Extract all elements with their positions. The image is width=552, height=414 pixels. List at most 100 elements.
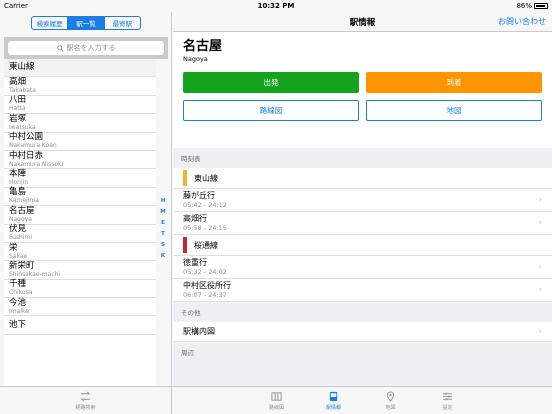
station-name-en: Takabata bbox=[9, 87, 36, 95]
service-hours: 06:07 - 24:37 bbox=[183, 291, 227, 299]
map-button[interactable]: 地図 bbox=[366, 100, 542, 121]
station-name-ja: 新栄町 bbox=[9, 260, 35, 271]
tab-label: 駅情報 bbox=[325, 404, 341, 411]
station-name-en: Sakae bbox=[9, 252, 28, 260]
navigation-bar: 駅情報 お問い合わせ bbox=[173, 12, 552, 32]
station-list-item[interactable]: 池下 bbox=[4, 316, 156, 335]
chevron-right-icon: › bbox=[538, 285, 542, 295]
chevron-right-icon: › bbox=[538, 195, 542, 205]
station-list-item[interactable]: 千種 Chikusa bbox=[4, 279, 156, 299]
station-name-ja: 岩塚 bbox=[9, 113, 27, 124]
station-name-en: Chikusa bbox=[9, 289, 33, 297]
other-section-header: その他 bbox=[173, 302, 552, 322]
timetable-destination-row[interactable]: 高畑行 05:58 - 24:15 › bbox=[173, 212, 552, 235]
station-list-item[interactable]: 栄 Sakae bbox=[4, 243, 156, 262]
tab-label: 設定 bbox=[442, 404, 453, 411]
tab-bar: 経路検索 路線図 駅情報 地図 設定 bbox=[0, 386, 552, 414]
timetable-list: 東山線藤が丘行 05:42 - 24:12 › 高畑行 05:58 - 24:15 › 桜通… bbox=[173, 168, 552, 302]
nav-title: 駅情報 bbox=[349, 17, 376, 28]
segment-nearest[interactable]: 最寄駅 bbox=[103, 17, 140, 29]
location-pin-icon bbox=[386, 391, 395, 402]
search-bar: 駅名を入力する bbox=[4, 37, 168, 59]
tab-station-info[interactable]: 駅情報 bbox=[318, 387, 350, 414]
arrival-button[interactable]: 到着 bbox=[366, 72, 542, 93]
timetable-destination-row[interactable]: 徳重行 05:32 - 24:02 › bbox=[173, 256, 552, 279]
station-name-en: Imaike bbox=[9, 307, 29, 315]
station-info-icon bbox=[329, 391, 338, 401]
station-list-item[interactable]: 名古屋 Nagoya bbox=[4, 205, 156, 225]
station-floor-map-row[interactable]: 駅構内図 › bbox=[173, 322, 552, 342]
destination-label: 中村区役所行 bbox=[183, 281, 231, 290]
service-hours: 05:58 - 24:15 bbox=[183, 224, 227, 232]
station-floor-map-label: 駅構内図 bbox=[183, 327, 215, 336]
station-name-ja: 千種 bbox=[9, 279, 27, 290]
station-name: 名古屋 bbox=[183, 39, 223, 54]
tab-label: 地図 bbox=[385, 404, 396, 411]
station-list-item[interactable]: 岩塚 Iwatsuka bbox=[4, 113, 156, 133]
segment-history[interactable]: 検索履歴 bbox=[32, 17, 67, 29]
route-map-button[interactable]: 路線図 bbox=[183, 100, 359, 121]
station-list-item[interactable]: 中村公園 Nakamura Koen bbox=[4, 133, 156, 151]
station-name-en: Iwatsuka bbox=[9, 123, 36, 131]
line-color-marker bbox=[183, 237, 187, 253]
section-index-bar[interactable]: HMETSK bbox=[158, 196, 168, 262]
search-input[interactable]: 駅名を入力する bbox=[8, 41, 164, 55]
station-name-ja: 池下 bbox=[9, 319, 27, 330]
tab-settings[interactable]: 設定 bbox=[432, 387, 464, 414]
station-list-item[interactable]: 中村日赤 Nakamura Nisseki bbox=[4, 150, 156, 170]
station-list-item[interactable]: 亀島 Kamejima bbox=[4, 188, 156, 207]
tab-label: 路線図 bbox=[268, 404, 284, 411]
destination-label: 高畑行 bbox=[183, 214, 207, 223]
station-name-ja: 本陣 bbox=[9, 169, 27, 180]
chevron-right-icon: › bbox=[538, 218, 542, 228]
index-letter[interactable]: T bbox=[161, 229, 165, 240]
station-name-ja: 高畑 bbox=[9, 77, 27, 88]
station-name-en: Honjin bbox=[9, 179, 29, 187]
segment-station-list[interactable]: 駅一覧 bbox=[67, 17, 104, 29]
station-romaji: Nagoya bbox=[183, 55, 208, 63]
index-letter[interactable]: M bbox=[160, 207, 165, 218]
station-name-ja: 中村公園 bbox=[9, 132, 44, 143]
station-name-en: Nagoya bbox=[9, 215, 32, 223]
service-hours: 05:42 - 24:12 bbox=[183, 201, 227, 209]
station-name-ja: 名古屋 bbox=[9, 205, 35, 216]
station-list-item[interactable]: 新栄町 Shinsakae-machi bbox=[4, 260, 156, 280]
settings-sliders-icon bbox=[442, 392, 453, 400]
station-list-item[interactable]: 八田 Hatta bbox=[4, 96, 156, 115]
departure-button[interactable]: 出発 bbox=[183, 72, 359, 93]
station-name-en: Hatta bbox=[9, 105, 26, 113]
line-name: 東山線 bbox=[194, 173, 218, 183]
status-bar: Carrier 10:32 PM 86% bbox=[0, 0, 552, 12]
station-name-en: Nakamura Koen bbox=[9, 142, 57, 150]
index-letter[interactable]: H bbox=[161, 196, 166, 207]
station-name-en: Kamejima bbox=[9, 197, 39, 205]
station-list-item[interactable]: 今池 Imaike bbox=[4, 297, 156, 317]
station-list-pane: 検索履歴 駅一覧 最寄駅 駅名を入力する 東山線 高畑 Takabata 八田 Hat… bbox=[0, 12, 172, 386]
index-letter[interactable]: E bbox=[161, 218, 165, 229]
route-search-icon bbox=[80, 391, 91, 401]
station-name-en: Shinsakae-machi bbox=[9, 270, 61, 278]
station-list-item[interactable]: 高畑 Takabata bbox=[4, 77, 156, 96]
index-letter[interactable]: S bbox=[161, 240, 165, 251]
tab-map[interactable]: 地図 bbox=[375, 387, 407, 414]
contact-button[interactable]: お問い合わせ bbox=[498, 16, 546, 27]
line-name: 桜通線 bbox=[194, 240, 218, 250]
destination-label: 藤が丘行 bbox=[183, 191, 215, 200]
station-list-item[interactable]: 本陣 Honjin bbox=[4, 169, 156, 188]
timetable-destination-row[interactable]: 中村区役所行 06:07 - 24:37 › bbox=[173, 279, 552, 302]
tab-route-map[interactable]: 路線図 bbox=[261, 387, 293, 414]
line-name: 東山線 bbox=[9, 62, 35, 73]
station-name-ja: 今池 bbox=[9, 297, 27, 308]
station-name-ja: 中村日赤 bbox=[9, 150, 44, 161]
station-list-item[interactable]: 伏見 Fushimi bbox=[4, 225, 156, 243]
tab-route-search[interactable]: 経路検索 bbox=[70, 387, 102, 414]
station-detail-pane: 駅情報 お問い合わせ 名古屋 Nagoya 出発 到着 路線図 地図 時刻表 東… bbox=[173, 12, 552, 386]
tab-label: 経路検索 bbox=[75, 404, 96, 411]
chevron-right-icon: › bbox=[538, 262, 542, 272]
timetable-destination-row[interactable]: 藤が丘行 05:42 - 24:12 › bbox=[173, 189, 552, 212]
station-name-en: Nakamura Nisseki bbox=[9, 160, 64, 168]
search-icon bbox=[56, 44, 64, 52]
chevron-right-icon: › bbox=[538, 326, 542, 337]
index-letter[interactable]: K bbox=[161, 251, 165, 262]
station-name-en: Fushimi bbox=[9, 234, 33, 242]
